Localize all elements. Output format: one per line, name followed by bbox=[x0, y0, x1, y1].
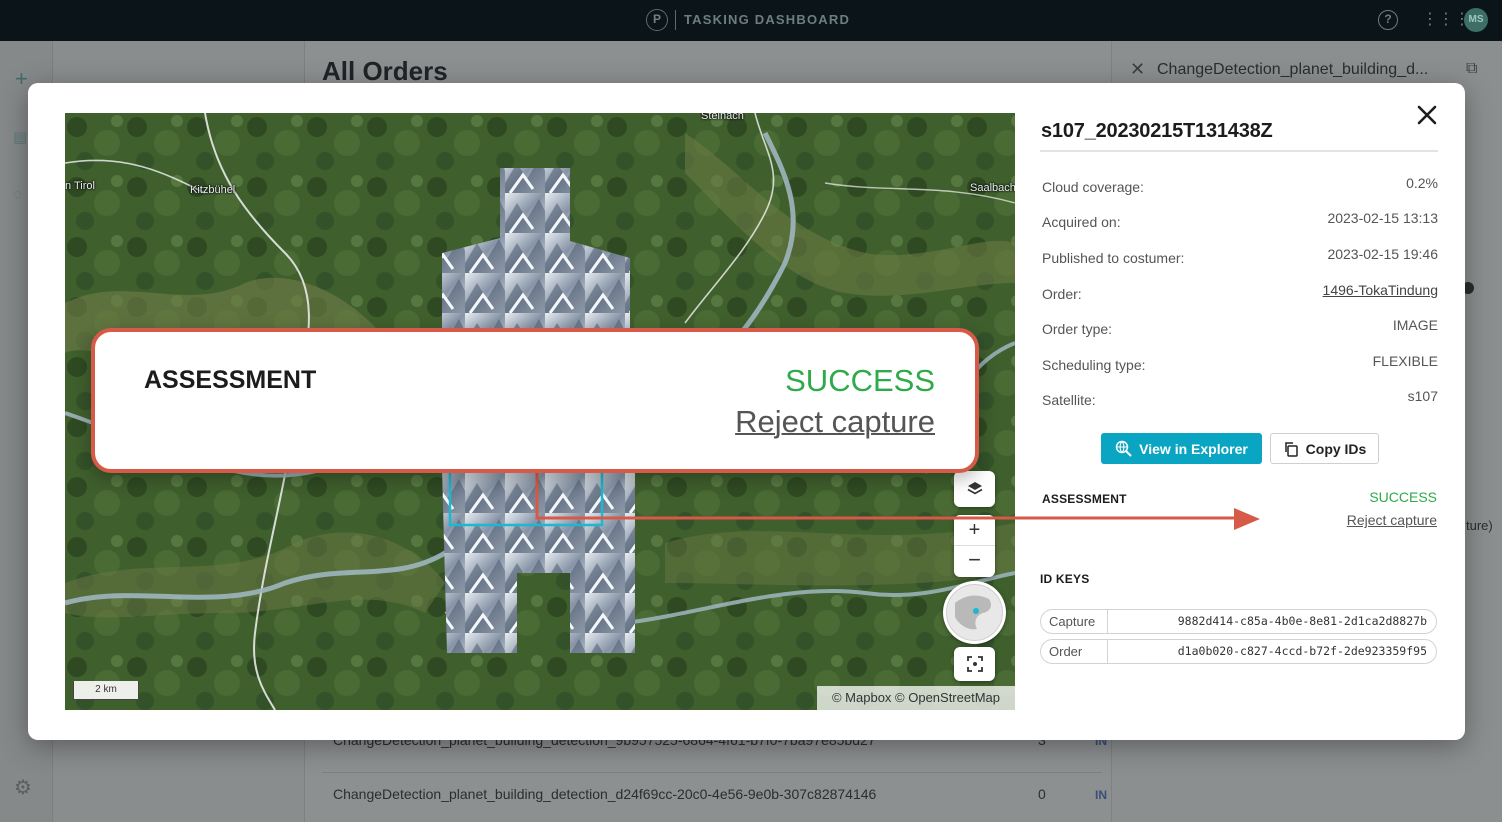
id-key: Order bbox=[1049, 644, 1083, 659]
apps-grid-icon[interactable]: ⋮⋮⋮ bbox=[1422, 10, 1470, 30]
order-link[interactable]: 1496-TokaTindung bbox=[1323, 282, 1438, 298]
globe-search-icon bbox=[1115, 440, 1132, 457]
close-icon[interactable]: ✕ bbox=[1130, 59, 1145, 80]
detail-drawer-title: ChangeDetection_planet_building_d... bbox=[1157, 61, 1429, 78]
property-order: Order: 1496-TokaTindung bbox=[1042, 282, 1438, 303]
property-label: Order: bbox=[1042, 286, 1082, 302]
view-in-explorer-button[interactable]: View in Explorer bbox=[1101, 433, 1262, 464]
map-place-label: Saalbach bbox=[970, 182, 1015, 194]
external-link-icon[interactable]: ⧉ bbox=[1466, 60, 1477, 78]
gear-icon[interactable]: ⚙ bbox=[14, 775, 32, 800]
top-bar: P TASKING DASHBOARD ? ⋮⋮⋮ MS bbox=[0, 0, 1502, 41]
property-value: IMAGE bbox=[1392, 317, 1438, 333]
help-icon[interactable]: ? bbox=[1378, 10, 1398, 30]
property-value: 2023-02-15 13:13 bbox=[1327, 210, 1438, 226]
row-status: IN bbox=[1095, 788, 1107, 802]
layers-button[interactable] bbox=[954, 471, 995, 507]
app-title: TASKING DASHBOARD bbox=[684, 12, 851, 27]
fit-bounds-button[interactable] bbox=[954, 647, 995, 681]
copy-ids-label: Copy IDs bbox=[1305, 440, 1367, 457]
reject-capture-link[interactable]: Reject capture bbox=[1347, 512, 1437, 528]
globe-minimap[interactable] bbox=[943, 581, 1006, 644]
topbar-separator bbox=[675, 10, 676, 30]
order-id-row[interactable]: Order d1a0b020-c827-4ccd-b72f-2de923359f… bbox=[1040, 639, 1437, 664]
zoom-out-button[interactable]: − bbox=[954, 546, 995, 577]
id-value[interactable]: d1a0b020-c827-4ccd-b72f-2de923359f95 bbox=[1178, 644, 1427, 658]
title-divider bbox=[1040, 150, 1438, 152]
callout-assessment-label: ASSESSMENT bbox=[144, 366, 317, 394]
zoom-control: + − bbox=[954, 515, 995, 577]
assessment-status: SUCCESS bbox=[1369, 489, 1437, 505]
property-label: Published to costumer: bbox=[1042, 250, 1185, 266]
id-divider bbox=[1107, 640, 1108, 663]
map-place-label: Steinach bbox=[701, 113, 744, 122]
close-icon bbox=[1417, 105, 1437, 125]
property-published: Published to costumer: 2023-02-15 19:46 bbox=[1042, 246, 1438, 267]
property-label: Scheduling type: bbox=[1042, 357, 1146, 373]
callout-reject-capture-link[interactable]: Reject capture bbox=[735, 404, 935, 440]
zoom-in-button[interactable]: + bbox=[954, 515, 995, 546]
map-place-label: n Tirol bbox=[65, 180, 95, 192]
property-order-type: Order type: IMAGE bbox=[1042, 317, 1438, 338]
id-value[interactable]: 9882d414-c85a-4b0e-8e81-2d1ca2d8827b bbox=[1178, 614, 1427, 628]
layers-icon bbox=[967, 481, 982, 495]
id-key: Capture bbox=[1049, 614, 1096, 629]
fit-screen-icon bbox=[966, 655, 983, 672]
peek-text: ture) bbox=[1466, 518, 1493, 533]
assessment-callout: ASSESSMENT SUCCESS Reject capture bbox=[91, 328, 979, 473]
user-avatar[interactable]: MS bbox=[1464, 8, 1488, 32]
property-value: 2023-02-15 19:46 bbox=[1327, 246, 1438, 262]
callout-assessment-status: SUCCESS bbox=[785, 363, 935, 398]
app-logo: P bbox=[646, 9, 668, 31]
property-value: FLEXIBLE bbox=[1372, 353, 1438, 369]
copy-icon bbox=[1284, 441, 1298, 457]
view-in-explorer-label: View in Explorer bbox=[1139, 440, 1248, 457]
id-divider bbox=[1107, 610, 1108, 633]
property-scheduling-type: Scheduling type: FLEXIBLE bbox=[1042, 353, 1438, 374]
globe-icon bbox=[946, 584, 1003, 641]
id-keys-label: ID KEYS bbox=[1040, 572, 1090, 586]
row-count: 0 bbox=[1038, 786, 1046, 802]
map-place-label: Kitzbühel bbox=[190, 184, 236, 196]
row-name: ChangeDetection_planet_building_detectio… bbox=[333, 786, 877, 802]
copy-ids-button[interactable]: Copy IDs bbox=[1270, 433, 1379, 464]
capture-id-row[interactable]: Capture 9882d414-c85a-4b0e-8e81-2d1ca2d8… bbox=[1040, 609, 1437, 634]
property-value: s107 bbox=[1407, 388, 1438, 404]
capture-title: s107_20230215T131438Z bbox=[1041, 120, 1273, 142]
table-row[interactable]: ChangeDetection_planet_building_detectio… bbox=[322, 772, 1107, 818]
property-satellite: Satellite: s107 bbox=[1042, 388, 1438, 409]
property-label: Cloud coverage: bbox=[1042, 179, 1144, 195]
map-attribution[interactable]: © Mapbox © OpenStreetMap bbox=[817, 686, 1015, 710]
property-label: Order type: bbox=[1042, 321, 1113, 337]
property-acquired-on: Acquired on: 2023-02-15 13:13 bbox=[1042, 210, 1438, 231]
map-scale-bar: 2 km bbox=[73, 681, 139, 700]
assessment-label: ASSESSMENT bbox=[1042, 492, 1127, 506]
property-label: Satellite: bbox=[1042, 392, 1096, 408]
property-cloud-coverage: Cloud coverage: 0.2% bbox=[1042, 175, 1438, 196]
close-modal-button[interactable] bbox=[1415, 103, 1439, 127]
property-value: 0.2% bbox=[1406, 175, 1438, 191]
property-label: Acquired on: bbox=[1042, 214, 1121, 230]
add-icon[interactable]: + bbox=[15, 66, 28, 92]
